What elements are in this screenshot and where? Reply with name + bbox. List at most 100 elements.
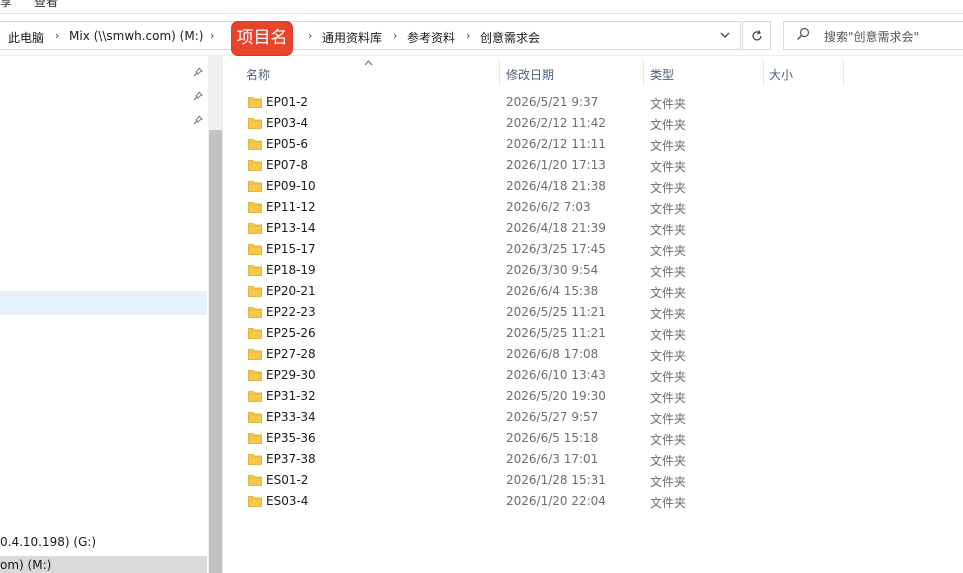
file-name: EP01-2	[266, 95, 309, 109]
file-modified-date: 2026/6/2 7:03	[506, 200, 591, 214]
file-name: EP15-17	[266, 242, 316, 256]
folder-icon	[248, 368, 262, 382]
column-header-size[interactable]: 大小	[769, 66, 793, 83]
file-name: EP22-23	[266, 305, 316, 319]
file-name: EP35-36	[266, 431, 316, 445]
file-row[interactable]: EP07-8 2026/1/20 17:13 文件夹	[238, 155, 838, 176]
file-modified-date: 2026/5/21 9:37	[506, 95, 599, 109]
file-row[interactable]: EP03-4 2026/2/12 11:42 文件夹	[238, 113, 838, 134]
refresh-icon	[751, 30, 762, 41]
column-divider[interactable]	[643, 60, 644, 86]
file-type: 文件夹	[650, 118, 687, 132]
column-header-date[interactable]: 修改日期	[506, 66, 554, 83]
file-modified-date: 2026/6/8 17:08	[506, 347, 599, 361]
file-type: 文件夹	[650, 433, 687, 447]
file-row[interactable]: EP09-10 2026/4/18 21:38 文件夹	[238, 176, 838, 197]
file-row[interactable]: EP27-28 2026/6/8 17:08 文件夹	[238, 344, 838, 365]
file-modified-date: 2026/6/5 15:18	[506, 431, 599, 445]
file-row[interactable]: EP29-30 2026/6/10 13:43 文件夹	[238, 365, 838, 386]
file-modified-date: 2026/3/25 17:45	[506, 242, 606, 256]
file-name: EP13-14	[266, 221, 316, 235]
file-row[interactable]: ES01-2 2026/1/28 15:31 文件夹	[238, 470, 838, 491]
address-bar[interactable]: 此电脑 › Mix (\\smwh.com) (M:) › › 通用资料库 › …	[0, 21, 741, 50]
address-row: 此电脑 › Mix (\\smwh.com) (M:) › › 通用资料库 › …	[0, 14, 963, 56]
file-name: EP11-12	[266, 200, 316, 214]
nav-item-drive-m[interactable]: om) (M:)	[0, 556, 207, 573]
file-type: 文件夹	[650, 412, 687, 426]
file-row[interactable]: ES03-4 2026/1/20 22:04 文件夹	[238, 491, 838, 512]
file-type: 文件夹	[650, 391, 687, 405]
file-row[interactable]: EP01-2 2026/5/21 9:37 文件夹	[238, 92, 838, 113]
file-row[interactable]: EP25-26 2026/5/25 11:21 文件夹	[238, 323, 838, 344]
search-icon	[797, 27, 810, 40]
breadcrumb-separator-icon[interactable]: ›	[466, 29, 470, 42]
nav-scrollbar-thumb[interactable]	[209, 130, 222, 573]
file-row[interactable]: EP37-38 2026/6/3 17:01 文件夹	[238, 449, 838, 470]
column-header-name[interactable]: 名称	[246, 66, 270, 83]
file-row[interactable]: EP13-14 2026/4/18 21:39 文件夹	[238, 218, 838, 239]
file-row[interactable]: EP22-23 2026/5/25 11:21 文件夹	[238, 302, 838, 323]
file-name: EP29-30	[266, 368, 316, 382]
file-name: EP07-8	[266, 158, 309, 172]
file-modified-date: 2026/5/20 19:30	[506, 389, 606, 403]
file-type: 文件夹	[650, 286, 687, 300]
pin-icon[interactable]	[193, 67, 203, 77]
file-type: 文件夹	[650, 139, 687, 153]
file-row[interactable]: EP20-21 2026/6/4 15:38 文件夹	[238, 281, 838, 302]
file-name: EP27-28	[266, 347, 316, 361]
pin-icon[interactable]	[193, 91, 203, 101]
folder-icon	[248, 305, 262, 319]
column-header-type[interactable]: 类型	[650, 66, 674, 83]
file-row[interactable]: EP33-34 2026/5/27 9:57 文件夹	[238, 407, 838, 428]
breadcrumb-drive-m[interactable]: Mix (\\smwh.com) (M:)	[69, 29, 203, 43]
folder-icon	[248, 179, 262, 193]
column-divider[interactable]	[499, 60, 500, 86]
file-row[interactable]: EP18-19 2026/3/30 9:54 文件夹	[238, 260, 838, 281]
breadcrumb-separator-icon[interactable]: ›	[308, 29, 312, 42]
ribbon-tab-share[interactable]: 享	[0, 0, 12, 10]
column-divider[interactable]	[843, 60, 844, 86]
folder-icon	[248, 452, 262, 466]
file-row[interactable]: EP31-32 2026/5/20 19:30 文件夹	[238, 386, 838, 407]
file-type: 文件夹	[650, 160, 687, 174]
file-name: EP09-10	[266, 179, 316, 193]
folder-icon	[248, 158, 262, 172]
file-name: EP18-19	[266, 263, 316, 277]
file-type: 文件夹	[650, 307, 687, 321]
folder-icon	[248, 284, 262, 298]
project-name-tag: 项目名	[232, 22, 292, 55]
folder-icon	[248, 410, 262, 424]
column-divider[interactable]	[763, 60, 764, 86]
column-header-row: 名称 修改日期 类型 大小	[238, 57, 963, 87]
breadcrumb-this-pc[interactable]: 此电脑	[8, 29, 44, 46]
refresh-button[interactable]	[742, 21, 771, 50]
file-name: EP33-34	[266, 410, 316, 424]
nav-item-selected[interactable]	[0, 291, 207, 315]
nav-item-drive-m-label: om) (M:)	[0, 558, 52, 572]
folder-icon	[248, 494, 262, 508]
file-type: 文件夹	[650, 328, 687, 342]
file-modified-date: 2026/1/20 17:13	[506, 158, 606, 172]
breadcrumb-creative-meeting[interactable]: 创意需求会	[480, 29, 540, 46]
pin-icon[interactable]	[193, 115, 203, 125]
file-name: ES01-2	[266, 473, 309, 487]
breadcrumb-separator-icon[interactable]: ›	[55, 29, 59, 42]
ribbon-tab-view[interactable]: 查看	[34, 0, 58, 10]
file-row[interactable]: EP15-17 2026/3/25 17:45 文件夹	[238, 239, 838, 260]
search-input[interactable]: 搜索"创意需求会"	[783, 21, 963, 50]
file-name: EP20-21	[266, 284, 316, 298]
file-modified-date: 2026/5/27 9:57	[506, 410, 599, 424]
file-row[interactable]: EP11-12 2026/6/2 7:03 文件夹	[238, 197, 838, 218]
file-row[interactable]: EP35-36 2026/6/5 15:18 文件夹	[238, 428, 838, 449]
chevron-down-icon[interactable]	[713, 29, 737, 45]
breadcrumb-separator-icon[interactable]: ›	[210, 29, 214, 42]
nav-item-drive-g[interactable]: 0.4.10.198) (G:)	[0, 535, 96, 549]
folder-icon	[248, 326, 262, 340]
breadcrumb-general-library[interactable]: 通用资料库	[322, 29, 382, 46]
breadcrumb-separator-icon[interactable]: ›	[393, 29, 397, 42]
breadcrumb-reference[interactable]: 参考资料	[407, 29, 455, 46]
file-name: EP03-4	[266, 116, 309, 130]
file-row[interactable]: EP05-6 2026/2/12 11:11 文件夹	[238, 134, 838, 155]
folder-icon	[248, 242, 262, 256]
folder-icon	[248, 473, 262, 487]
